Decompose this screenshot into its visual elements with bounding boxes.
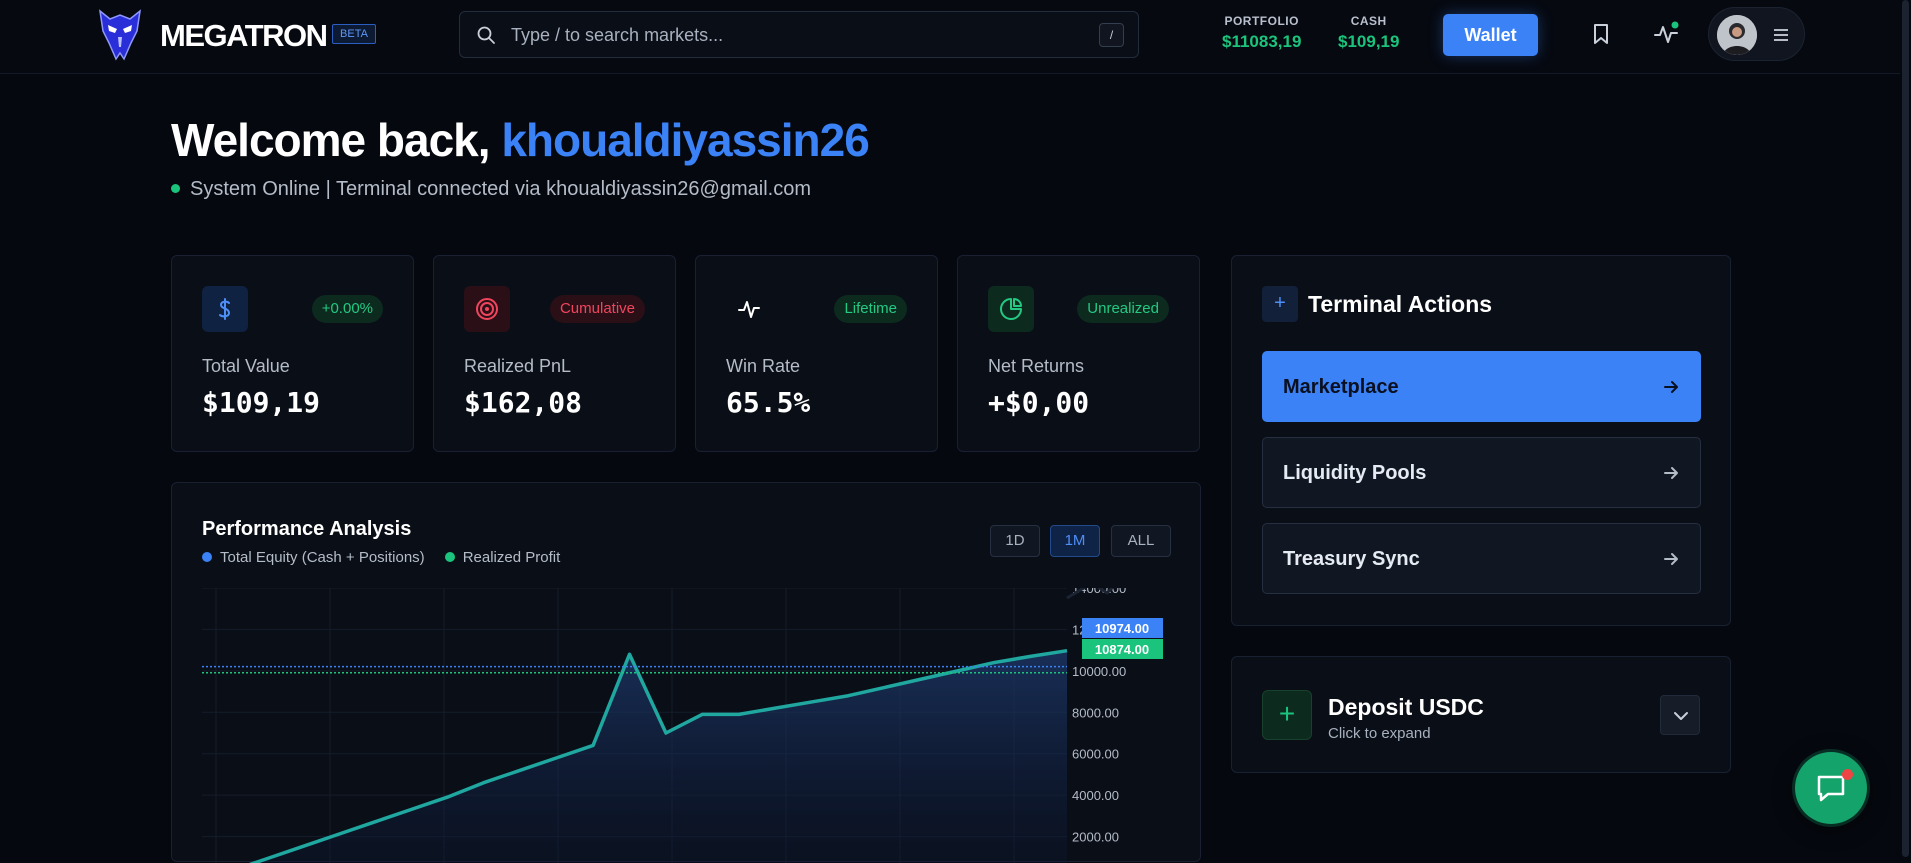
activity-icon[interactable]: [1652, 20, 1680, 48]
welcome-prefix: Welcome back,: [171, 114, 502, 166]
card-value: 65.5%: [726, 386, 811, 419]
card-title: Win Rate: [726, 356, 801, 376]
system-status: System Online | Terminal connected via k…: [171, 178, 811, 201]
portfolio-summary: PORTFOLIO $11083,19: [1222, 14, 1301, 52]
profit-last-value: 10874.00: [1095, 642, 1149, 657]
expand-button[interactable]: [1660, 695, 1700, 735]
chat-icon: [1817, 775, 1845, 802]
cash-label: CASH: [1350, 14, 1387, 28]
marketplace-button[interactable]: Marketplace: [1262, 351, 1701, 422]
beta-badge: BETA: [332, 24, 376, 44]
avatar[interactable]: [1717, 15, 1757, 55]
card-title: Realized PnL: [464, 356, 572, 376]
profile-menu[interactable]: [1708, 7, 1805, 61]
chat-button[interactable]: [1795, 752, 1867, 824]
terminal-actions-title: Terminal Actions: [1308, 291, 1493, 317]
y-tick-label: 4000.00: [1072, 788, 1119, 803]
bookmark-icon[interactable]: [1587, 20, 1615, 48]
treasury-sync-button[interactable]: Treasury Sync: [1262, 523, 1701, 594]
liquidity-pools-button[interactable]: Liquidity Pools: [1262, 437, 1701, 508]
range-all-button[interactable]: ALL: [1111, 525, 1171, 557]
treasury-sync-label: Treasury Sync: [1283, 548, 1420, 570]
wallet-button[interactable]: Wallet: [1443, 14, 1538, 56]
status-dot-icon: [171, 184, 180, 193]
deposit-title: Deposit USDC: [1328, 694, 1484, 720]
welcome-heading: Welcome back, khoualdiyassin26: [171, 113, 870, 167]
arrow-right-icon: [1664, 467, 1678, 479]
arrow-right-icon: [1664, 553, 1678, 565]
plus-icon: +: [1262, 286, 1298, 322]
page-scrollbar[interactable]: [1900, 0, 1911, 857]
unrealized-badge: Unrealized: [1077, 295, 1169, 323]
card-value: +$0,00: [988, 386, 1090, 419]
y-tick-label: 8000.00: [1072, 705, 1119, 720]
performance-title: Performance Analysis: [202, 518, 412, 540]
chevron-down-icon: [1674, 712, 1688, 720]
equity-area: [202, 650, 1067, 863]
terminal-actions-panel: + Terminal Actions Marketplace Liquidity…: [1231, 255, 1731, 626]
system-status-text: System Online | Terminal connected via k…: [190, 178, 811, 200]
range-1m-button[interactable]: 1M: [1050, 525, 1100, 557]
legend-profit: Realized Profit: [444, 549, 561, 566]
dollar-icon: [202, 286, 248, 332]
card-title: Net Returns: [988, 356, 1085, 376]
portfolio-label: PORTFOLIO: [1224, 14, 1299, 28]
card-value: $162,08: [464, 386, 583, 419]
search-icon: [477, 26, 495, 44]
pie-chart-icon: [988, 286, 1034, 332]
y-tick-label: 10000.00: [1072, 664, 1126, 679]
lifetime-badge: Lifetime: [834, 295, 907, 323]
win-rate-card: Lifetime Win Rate 65.5%: [695, 255, 938, 452]
chart-legend: Total Equity (Cash + Positions) Realized…: [202, 549, 560, 566]
marketplace-label: Marketplace: [1283, 376, 1399, 398]
card-title: Total Value: [202, 356, 290, 376]
legend-equity: Total Equity (Cash + Positions): [202, 549, 425, 566]
deposit-subtitle: Click to expand: [1328, 725, 1431, 742]
welcome-username: khoualdiyassin26: [501, 114, 869, 166]
y-tick-label: 2000.00: [1072, 830, 1119, 845]
activity-icon: [726, 286, 772, 332]
performance-chart[interactable]: 14000.0012000.0010000.008000.006000.0040…: [202, 588, 1182, 863]
total-value-card: +0.00% Total Value $109,19: [171, 255, 414, 452]
search-bar[interactable]: Type / to search markets... /: [459, 11, 1139, 58]
decepticon-logo-icon[interactable]: [97, 9, 143, 61]
net-returns-card: Unrealized Net Returns +$0,00: [957, 255, 1200, 452]
scrollbar-thumb[interactable]: [1902, 0, 1909, 857]
arrow-right-icon: [1664, 381, 1678, 393]
top-navigation-bar: MEGATRON BETA Type / to search markets..…: [0, 0, 1911, 74]
liquidity-pools-label: Liquidity Pools: [1283, 462, 1427, 484]
card-value: $109,19: [202, 386, 321, 419]
change-badge: +0.00%: [311, 295, 383, 323]
deposit-usdc-panel[interactable]: + Deposit USDC Click to expand: [1231, 656, 1731, 773]
cash-summary: CASH $109,19: [1338, 14, 1399, 52]
plus-icon: +: [1262, 690, 1312, 740]
portfolio-value: $11083,19: [1222, 32, 1302, 51]
search-input[interactable]: Type / to search markets...: [511, 25, 723, 46]
brand-name[interactable]: MEGATRON: [160, 18, 328, 54]
range-1d-button[interactable]: 1D: [990, 525, 1040, 557]
realized-pnl-card: Cumulative Realized PnL $162,08: [433, 255, 676, 452]
equity-last-value: 10974.00: [1095, 621, 1149, 636]
target-icon: [464, 286, 510, 332]
performance-panel: Performance Analysis Total Equity (Cash …: [171, 482, 1201, 863]
notification-dot: [1842, 769, 1853, 780]
menu-icon[interactable]: [1772, 26, 1790, 44]
y-tick-label: 6000.00: [1072, 747, 1119, 762]
legend-profit-label: Realized Profit: [462, 549, 561, 566]
legend-equity-label: Total Equity (Cash + Positions): [220, 549, 425, 566]
cash-value: $109,19: [1338, 32, 1400, 51]
search-shortcut-key: /: [1099, 23, 1124, 47]
cumulative-badge: Cumulative: [549, 295, 645, 323]
